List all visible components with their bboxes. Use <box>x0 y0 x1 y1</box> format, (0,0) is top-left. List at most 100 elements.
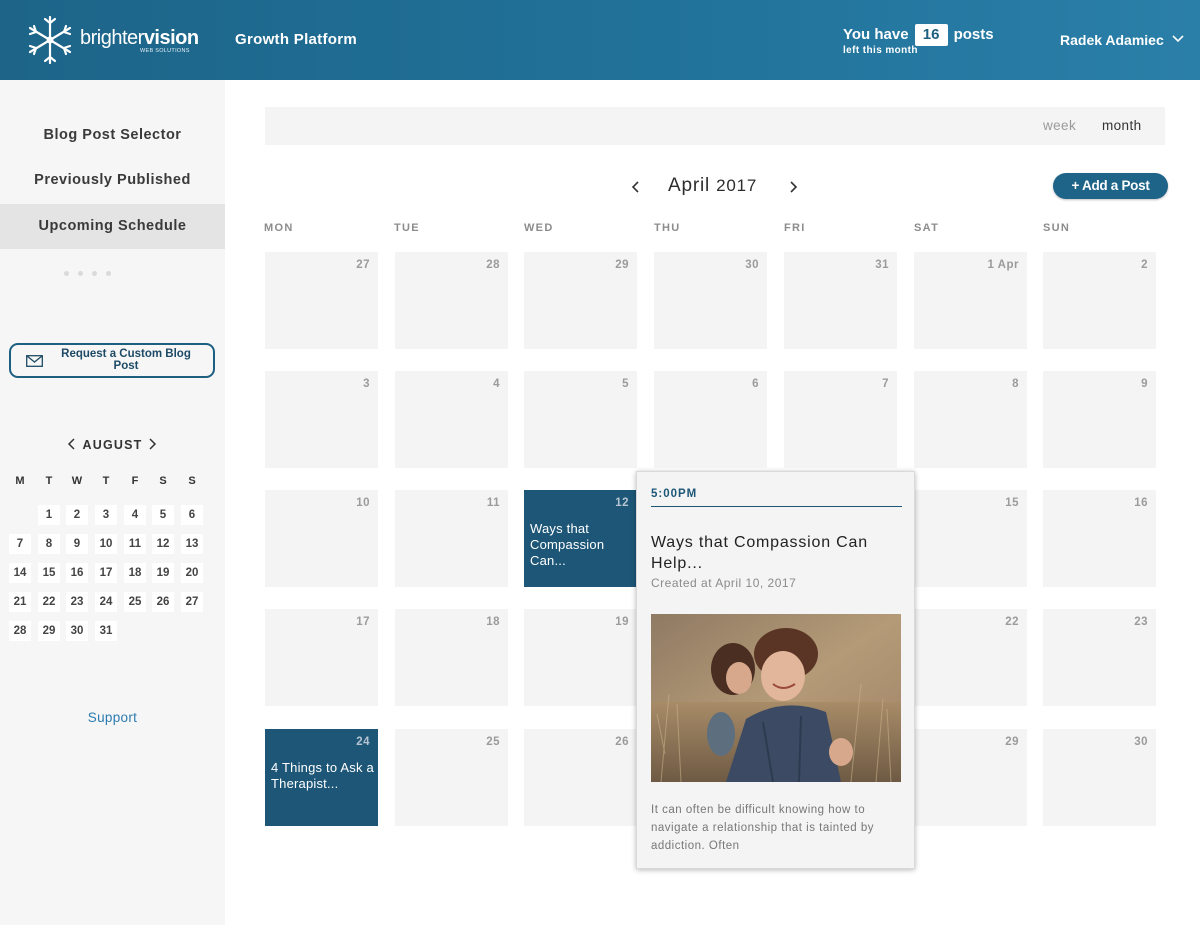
mini-next-month-icon[interactable] <box>147 438 157 450</box>
calendar-day-cell[interactable]: 5 <box>524 371 637 468</box>
mini-calendar-day[interactable]: 20 <box>181 563 203 583</box>
mini-calendar-day[interactable]: 3 <box>95 505 117 525</box>
calendar-day-cell[interactable]: 16 <box>1043 490 1156 587</box>
calendar-day-cell-with-post[interactable]: 12 Ways that Compassion Can... <box>524 490 637 587</box>
posts-prefix: You have <box>843 26 909 43</box>
calendar-day-cell[interactable]: 29 <box>524 252 637 349</box>
posts-count-badge: 16 <box>914 24 948 46</box>
mini-calendar-day[interactable]: 15 <box>38 563 60 583</box>
calendar-day-cell[interactable]: 28 <box>395 252 508 349</box>
mini-calendar-day[interactable]: 7 <box>9 534 31 554</box>
post-excerpt: It can often be difficult knowing how to… <box>651 804 875 852</box>
mini-calendar-day[interactable]: 6 <box>181 505 203 525</box>
day-number: 6 <box>752 378 759 390</box>
mini-calendar-day[interactable]: 13 <box>181 534 203 554</box>
mini-calendar-day[interactable]: 25 <box>124 592 146 612</box>
mini-calendar-day[interactable]: 11 <box>124 534 146 554</box>
calendar-day-cell[interactable]: 2 <box>1043 252 1156 349</box>
support-link[interactable]: Support <box>0 710 225 725</box>
day-number: 17 <box>356 616 370 628</box>
calendar-day-cell[interactable]: 17 <box>265 609 378 706</box>
calendar-day-cell[interactable]: 29 <box>914 729 1027 826</box>
day-number: 2 <box>1141 259 1148 271</box>
calendar-year: 2017 <box>716 176 758 195</box>
mini-calendar-day[interactable]: 2 <box>66 505 88 525</box>
mini-prev-month-icon[interactable] <box>67 438 77 450</box>
calendar-day-cell[interactable]: 3 <box>265 371 378 468</box>
mini-calendar-day[interactable]: 26 <box>152 592 174 612</box>
user-menu[interactable]: Radek Adamiec <box>1060 32 1164 48</box>
prev-month-icon[interactable] <box>630 179 642 195</box>
calendar-day-cell[interactable]: 11 <box>395 490 508 587</box>
calendar-day-cell[interactable]: 7 <box>784 371 897 468</box>
calendar-day-cell[interactable]: 9 <box>1043 371 1156 468</box>
calendar-day-cell[interactable]: 15 <box>914 490 1027 587</box>
next-month-icon[interactable] <box>787 179 799 195</box>
mini-calendar-day[interactable]: 28 <box>9 621 31 641</box>
sidebar-item-blog-post-selector[interactable]: Blog Post Selector <box>0 113 225 158</box>
mini-calendar-day[interactable]: 19 <box>152 563 174 583</box>
mini-calendar-day[interactable]: 16 <box>66 563 88 583</box>
day-number: 5 <box>622 378 629 390</box>
calendar-day-cell[interactable]: 30 <box>654 252 767 349</box>
day-number: 25 <box>486 736 500 748</box>
mini-calendar-day[interactable]: 10 <box>95 534 117 554</box>
day-number: 11 <box>486 497 500 509</box>
view-week-option[interactable]: week <box>1043 118 1076 133</box>
calendar-day-cell[interactable]: 30 <box>1043 729 1156 826</box>
mini-calendar-day[interactable]: 18 <box>124 563 146 583</box>
calendar-day-cell[interactable]: 10 <box>265 490 378 587</box>
weekday-header: THU <box>654 222 681 234</box>
weekday-header: WED <box>524 222 554 234</box>
day-number: 30 <box>745 259 759 271</box>
mini-calendar-day[interactable]: 31 <box>95 621 117 641</box>
calendar-day-cell[interactable]: 19 <box>524 609 637 706</box>
mini-calendar-day[interactable]: 5 <box>152 505 174 525</box>
post-preview-popover[interactable]: 5:00PM Ways that Compassion Can Help... … <box>636 471 915 869</box>
calendar-day-cell[interactable]: 22 <box>914 609 1027 706</box>
mini-calendar-day[interactable]: 4 <box>124 505 146 525</box>
chevron-down-icon[interactable] <box>1172 34 1184 44</box>
sidebar-item-previously-published[interactable]: Previously Published <box>0 158 225 203</box>
calendar-day-cell[interactable]: 8 <box>914 371 1027 468</box>
mini-calendar-day[interactable]: 27 <box>181 592 203 612</box>
snowflake-logo-icon <box>28 15 72 65</box>
brightervision-logo[interactable]: brightervision WEB SOLUTIONS <box>26 13 199 67</box>
posts-remaining-subtext: left this month <box>843 45 918 56</box>
mini-calendar-day[interactable]: 24 <box>95 592 117 612</box>
day-number: 26 <box>615 736 629 748</box>
mini-calendar-day[interactable]: 14 <box>9 563 31 583</box>
calendar-day-cell-with-post[interactable]: 24 4 Things to Ask a Therapist... <box>265 729 378 826</box>
mini-calendar-day[interactable]: 17 <box>95 563 117 583</box>
day-number: 28 <box>486 259 500 271</box>
mini-calendar-day[interactable]: 30 <box>66 621 88 641</box>
request-custom-post-label: Request a Custom Blog Post <box>61 348 191 372</box>
calendar-day-cell[interactable]: 31 <box>784 252 897 349</box>
mini-calendar-day[interactable]: 21 <box>9 592 31 612</box>
request-custom-post-button[interactable]: Request a Custom Blog Post <box>9 343 215 378</box>
calendar-day-cell[interactable]: 18 <box>395 609 508 706</box>
mini-calendar-day[interactable]: 22 <box>38 592 60 612</box>
loading-indicator <box>64 263 124 276</box>
weekday-header: TUE <box>394 222 420 234</box>
calendar-day-cell[interactable]: 4 <box>395 371 508 468</box>
sidebar-item-upcoming-schedule[interactable]: Upcoming Schedule <box>0 204 225 249</box>
mini-calendar-day[interactable]: 1 <box>38 505 60 525</box>
mini-calendar-day[interactable]: 29 <box>38 621 60 641</box>
mini-calendar-day[interactable]: 8 <box>38 534 60 554</box>
calendar-day-cell[interactable]: 1 Apr <box>914 252 1027 349</box>
mini-calendar-day[interactable]: 12 <box>152 534 174 554</box>
calendar-day-cell[interactable]: 27 <box>265 252 378 349</box>
scheduled-post-title[interactable]: Ways that Compassion Can... <box>530 521 634 569</box>
calendar-day-cell[interactable]: 6 <box>654 371 767 468</box>
view-month-option[interactable]: month <box>1102 118 1142 133</box>
calendar-day-cell[interactable]: 25 <box>395 729 508 826</box>
calendar-day-cell[interactable]: 23 <box>1043 609 1156 706</box>
calendar-day-cell[interactable]: 26 <box>524 729 637 826</box>
post-title[interactable]: Ways that Compassion Can Help... <box>651 532 901 574</box>
mini-calendar-day[interactable]: 23 <box>66 592 88 612</box>
mini-calendar-day[interactable]: 9 <box>66 534 88 554</box>
scheduled-post-title[interactable]: 4 Things to Ask a Therapist... <box>271 760 375 792</box>
day-number: 27 <box>356 259 370 271</box>
add-post-button[interactable]: + Add a Post <box>1053 173 1168 199</box>
